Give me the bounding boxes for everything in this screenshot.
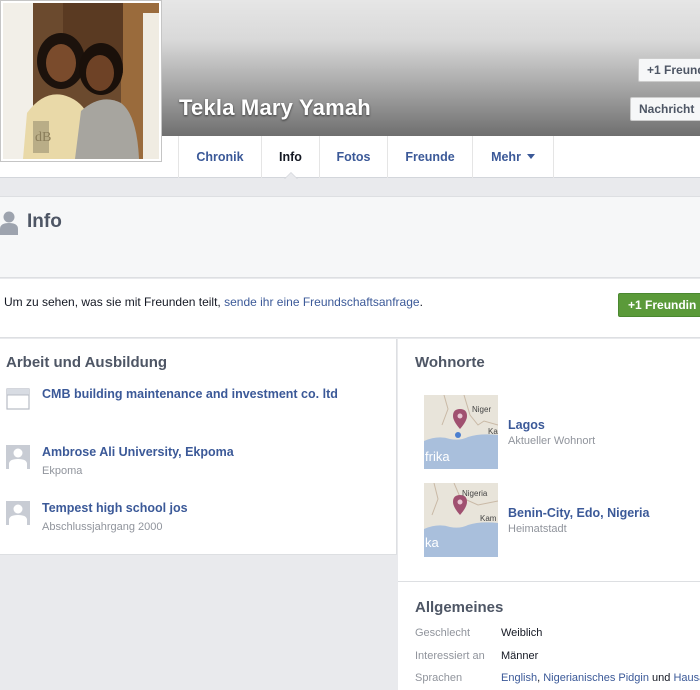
tab-label: Chronik [196, 150, 244, 164]
add-friend-green-button[interactable]: +1 Freundin [618, 293, 700, 317]
map-label: Nigeria [462, 489, 488, 498]
map-label: Kam [480, 514, 497, 523]
page-title: Info [27, 211, 62, 232]
request-text-before: Um zu sehen, was sie mit Freunden teilt, [4, 295, 221, 309]
language-link[interactable]: English [501, 672, 537, 684]
info-value: Männer [501, 650, 539, 662]
list-item: Tempest high school jos Abschlussjahrgan… [6, 501, 346, 533]
info-header: Info [0, 196, 700, 278]
message-button-label: Nachricht [639, 102, 695, 116]
map-label: ka [425, 535, 440, 550]
section-title-general: Allgemeines [415, 599, 504, 616]
map-thumbnail[interactable]: Niger frika Ka [424, 395, 498, 469]
work-name[interactable]: CMB building maintenance and investment … [42, 387, 342, 401]
info-row: Interessiert an Männer [415, 650, 700, 666]
map-label: frika [425, 449, 450, 464]
info-row: Geschlecht Weiblich [415, 627, 700, 643]
separator: und [648, 672, 674, 684]
chevron-down-icon [526, 154, 535, 159]
school-name[interactable]: Ambrose Ali University, Ekpoma [42, 445, 342, 459]
active-tab-indicator [283, 172, 298, 179]
send-friend-request-link[interactable]: sende ihr eine Freundschaftsanfrage [224, 295, 419, 309]
request-text-after: . [419, 295, 423, 309]
school-icon [6, 445, 30, 469]
svg-text:dB: dB [35, 130, 51, 145]
tab-label: Mehr [491, 150, 521, 164]
info-value: English, Nigerianisches Pidgin und Hausa [501, 672, 700, 684]
tab-mehr[interactable]: Mehr [472, 136, 554, 178]
places-general-section: Wohnorte Niger frika Ka Lagos Aktueller … [398, 339, 700, 690]
friend-request-bar: Um zu sehen, was sie mit Freunden teilt,… [0, 279, 700, 338]
section-title-places: Wohnorte [415, 354, 485, 371]
place-name[interactable]: Benin-City, Edo, Nigeria [508, 506, 649, 520]
place-type: Aktueller Wohnort [508, 435, 596, 447]
list-item: CMB building maintenance and investment … [6, 387, 346, 421]
info-row: Sprachen English, Nigerianisches Pidgin … [415, 672, 700, 688]
list-item: Ambrose Ali University, Ekpoma Ekpoma [6, 445, 346, 477]
place-type: Heimatstadt [508, 523, 567, 535]
map-thumbnail[interactable]: Nigeria ka Kam [424, 483, 498, 557]
language-link[interactable]: Nigerianisches Pidgin [543, 672, 649, 684]
work-education-section: Arbeit und Ausbildung CMB building maint… [0, 339, 397, 555]
map-label: Niger [472, 405, 491, 414]
message-button[interactable]: Nachricht [630, 97, 700, 121]
info-value: Weiblich [501, 627, 543, 639]
tab-info[interactable]: Info [261, 136, 319, 179]
profile-name: Tekla Mary Yamah [179, 95, 371, 120]
list-item: Niger frika Ka Lagos Aktueller Wohnort [424, 395, 694, 469]
tab-label: Info [279, 150, 302, 164]
profile-picture[interactable]: dB [0, 0, 162, 162]
tab-label: Freunde [405, 150, 455, 164]
school-name[interactable]: Tempest high school jos [42, 501, 342, 515]
add-friend-button[interactable]: +1 Freund [638, 58, 700, 82]
request-text: Um zu sehen, was sie mit Freunden teilt,… [4, 295, 423, 309]
profile-photo: dB [3, 3, 159, 159]
briefcase-icon [6, 388, 30, 410]
add-friend-green-label: +1 Freundin [628, 298, 697, 312]
tab-freunde[interactable]: Freunde [387, 136, 472, 178]
section-title-work: Arbeit und Ausbildung [6, 354, 168, 371]
info-label: Geschlecht [415, 627, 471, 639]
info-label: Sprachen [415, 672, 463, 684]
place-name[interactable]: Lagos [508, 418, 545, 432]
divider [398, 581, 700, 582]
school-icon [6, 501, 30, 525]
info-label: Interessiert an [415, 650, 485, 662]
tab-fotos[interactable]: Fotos [319, 136, 387, 178]
tab-label: Fotos [336, 150, 371, 164]
map-label: Ka [488, 427, 498, 436]
language-link[interactable]: Hausa [673, 672, 700, 684]
add-friend-button-label: +1 Freund [647, 63, 700, 77]
person-icon [0, 211, 18, 235]
school-location: Ekpoma [42, 465, 83, 477]
list-item: Nigeria ka Kam Benin-City, Edo, Nigeria … [424, 483, 694, 557]
tab-chronik[interactable]: Chronik [178, 136, 261, 178]
graduation-year: Abschlussjahrgang 2000 [42, 521, 163, 533]
